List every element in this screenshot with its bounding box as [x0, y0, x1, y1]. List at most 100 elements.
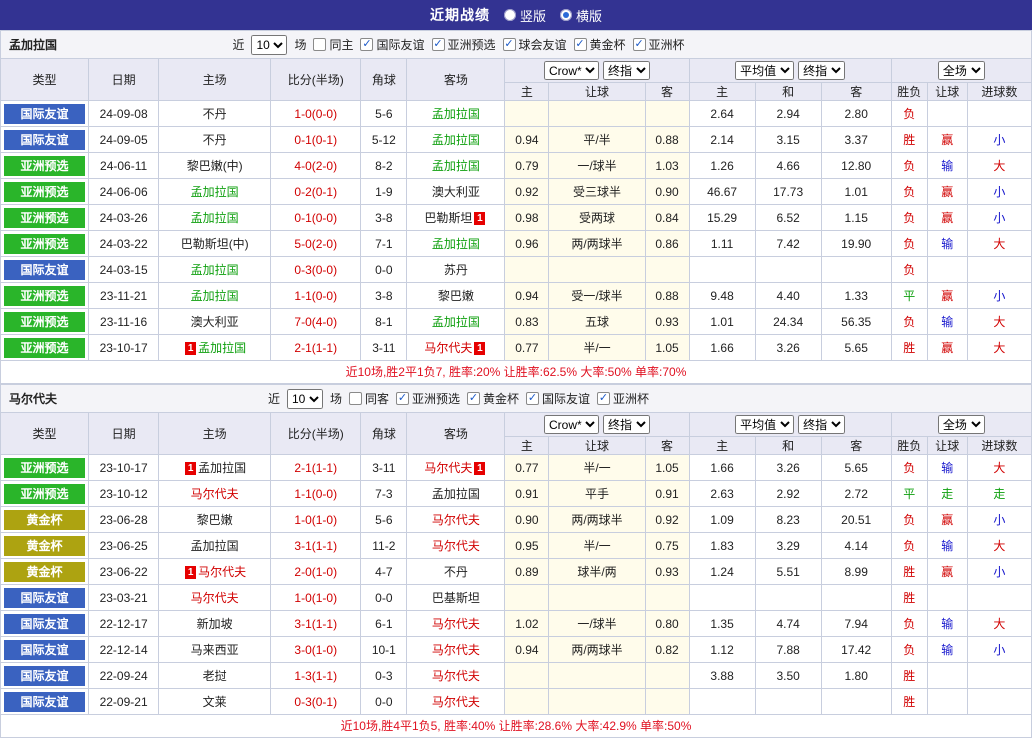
- odds-time-select[interactable]: 终指: [603, 61, 650, 80]
- away-team[interactable]: 孟加拉国: [432, 487, 480, 501]
- home-team[interactable]: 不丹: [203, 133, 227, 147]
- competition-filter[interactable]: ✓黄金杯: [467, 390, 519, 407]
- competition-filter[interactable]: ✓亚洲预选: [396, 390, 460, 407]
- home-team[interactable]: 新加坡: [197, 617, 233, 631]
- period-select[interactable]: 全场: [938, 415, 985, 434]
- score[interactable]: 5-0(2-0): [294, 237, 337, 251]
- away-team[interactable]: 黎巴嫩: [438, 289, 474, 303]
- score[interactable]: 3-1(1-1): [294, 539, 337, 553]
- competition-filter[interactable]: ✓球会友谊: [503, 36, 567, 53]
- score[interactable]: 0-3(0-0): [294, 263, 337, 277]
- away-team[interactable]: 不丹: [444, 565, 468, 579]
- checkbox-checked-icon[interactable]: ✓: [467, 392, 480, 405]
- score[interactable]: 0-1(0-1): [294, 133, 337, 147]
- away-team[interactable]: 马尔代夫: [432, 695, 480, 709]
- checkbox-checked-icon[interactable]: ✓: [396, 392, 409, 405]
- home-team[interactable]: 黎巴嫩: [197, 513, 233, 527]
- home-team[interactable]: 孟加拉国: [198, 341, 246, 355]
- score[interactable]: 2-1(1-1): [294, 341, 337, 355]
- home-team[interactable]: 巴勒斯坦(中): [181, 237, 249, 251]
- away-team[interactable]: 马尔代夫: [432, 513, 480, 527]
- score[interactable]: 1-0(0-0): [294, 107, 337, 121]
- score[interactable]: 1-1(0-0): [294, 487, 337, 501]
- home-team[interactable]: 孟加拉国: [191, 539, 239, 553]
- away-team[interactable]: 巴基斯坦: [432, 591, 480, 605]
- checkbox-unchecked-icon[interactable]: [349, 392, 362, 405]
- competition-filter[interactable]: ✓黄金杯: [574, 36, 626, 53]
- away-team[interactable]: 苏丹: [444, 263, 468, 277]
- home-team[interactable]: 不丹: [203, 107, 227, 121]
- home-team[interactable]: 马尔代夫: [191, 591, 239, 605]
- home-team[interactable]: 文莱: [203, 695, 227, 709]
- avg-source-select[interactable]: 平均值: [735, 61, 794, 80]
- competition-filter[interactable]: ✓亚洲预选: [432, 36, 496, 53]
- score[interactable]: 0-1(0-0): [294, 211, 337, 225]
- away-team[interactable]: 孟加拉国: [432, 159, 480, 173]
- checkbox-checked-icon[interactable]: ✓: [526, 392, 539, 405]
- competition-filter[interactable]: ✓国际友谊: [526, 390, 590, 407]
- home-team[interactable]: 马尔代夫: [198, 565, 246, 579]
- checkbox-checked-icon[interactable]: ✓: [432, 38, 445, 51]
- match-count-select[interactable]: 10: [287, 389, 323, 409]
- home-team[interactable]: 孟加拉国: [191, 289, 239, 303]
- away-team-cell: 孟加拉国: [407, 153, 505, 179]
- score[interactable]: 0-2(0-1): [294, 185, 337, 199]
- checkbox-checked-icon[interactable]: ✓: [503, 38, 516, 51]
- checkbox-unchecked-icon[interactable]: [313, 38, 326, 51]
- home-team[interactable]: 孟加拉国: [191, 211, 239, 225]
- away-team[interactable]: 孟加拉国: [432, 133, 480, 147]
- home-team[interactable]: 老挝: [203, 669, 227, 683]
- away-team[interactable]: 马尔代夫: [424, 341, 472, 355]
- checkbox-checked-icon[interactable]: ✓: [360, 38, 373, 51]
- away-team[interactable]: 马尔代夫: [432, 617, 480, 631]
- match-count-select[interactable]: 10: [251, 35, 287, 55]
- score[interactable]: 0-3(0-1): [294, 695, 337, 709]
- bookmaker-select[interactable]: Crow*: [544, 61, 599, 80]
- avg-source-select[interactable]: 平均值: [735, 415, 794, 434]
- match-date: 24-06-11: [89, 153, 159, 179]
- score[interactable]: 1-0(1-0): [294, 591, 337, 605]
- away-team[interactable]: 孟加拉国: [432, 315, 480, 329]
- away-team[interactable]: 马尔代夫: [424, 461, 472, 475]
- home-team[interactable]: 马尔代夫: [191, 487, 239, 501]
- score[interactable]: 3-1(1-1): [294, 617, 337, 631]
- away-team[interactable]: 孟加拉国: [432, 237, 480, 251]
- score[interactable]: 4-0(2-0): [294, 159, 337, 173]
- home-team[interactable]: 孟加拉国: [198, 461, 246, 475]
- same-venue-filter[interactable]: 同客: [349, 390, 389, 407]
- odds-time-select[interactable]: 终指: [603, 415, 650, 434]
- away-team[interactable]: 孟加拉国: [432, 107, 480, 121]
- away-team[interactable]: 巴勒斯坦: [424, 211, 472, 225]
- home-team[interactable]: 黎巴嫩(中): [187, 159, 243, 173]
- home-team[interactable]: 马来西亚: [191, 643, 239, 657]
- home-team[interactable]: 孟加拉国: [191, 263, 239, 277]
- competition-filter[interactable]: ✓亚洲杯: [633, 36, 685, 53]
- checkbox-checked-icon[interactable]: ✓: [574, 38, 587, 51]
- competition-filter[interactable]: ✓国际友谊: [360, 36, 424, 53]
- away-team-cell: 黎巴嫩: [407, 283, 505, 309]
- period-select[interactable]: 全场: [938, 61, 985, 80]
- away-team[interactable]: 澳大利亚: [432, 185, 480, 199]
- avg-time-select[interactable]: 终指: [798, 415, 845, 434]
- score[interactable]: 7-0(4-0): [294, 315, 337, 329]
- same-venue-filter[interactable]: 同主: [313, 36, 353, 53]
- home-team[interactable]: 澳大利亚: [191, 315, 239, 329]
- away-team[interactable]: 马尔代夫: [432, 539, 480, 553]
- checkbox-checked-icon[interactable]: ✓: [633, 38, 646, 51]
- score[interactable]: 2-1(1-1): [294, 461, 337, 475]
- result-value: 大: [993, 341, 1005, 355]
- avg-time-select[interactable]: 终指: [798, 61, 845, 80]
- score[interactable]: 1-0(1-0): [294, 513, 337, 527]
- bookmaker-select[interactable]: Crow*: [544, 415, 599, 434]
- home-team[interactable]: 孟加拉国: [191, 185, 239, 199]
- score[interactable]: 2-0(1-0): [294, 565, 337, 579]
- layout-radio-vertical[interactable]: 竖版: [504, 6, 546, 25]
- score[interactable]: 1-1(0-0): [294, 289, 337, 303]
- away-team[interactable]: 马尔代夫: [432, 669, 480, 683]
- score[interactable]: 3-0(1-0): [294, 643, 337, 657]
- score[interactable]: 1-3(1-1): [294, 669, 337, 683]
- competition-filter[interactable]: ✓亚洲杯: [597, 390, 649, 407]
- checkbox-checked-icon[interactable]: ✓: [597, 392, 610, 405]
- layout-radio-horizontal[interactable]: 横版: [560, 6, 602, 25]
- away-team[interactable]: 马尔代夫: [432, 643, 480, 657]
